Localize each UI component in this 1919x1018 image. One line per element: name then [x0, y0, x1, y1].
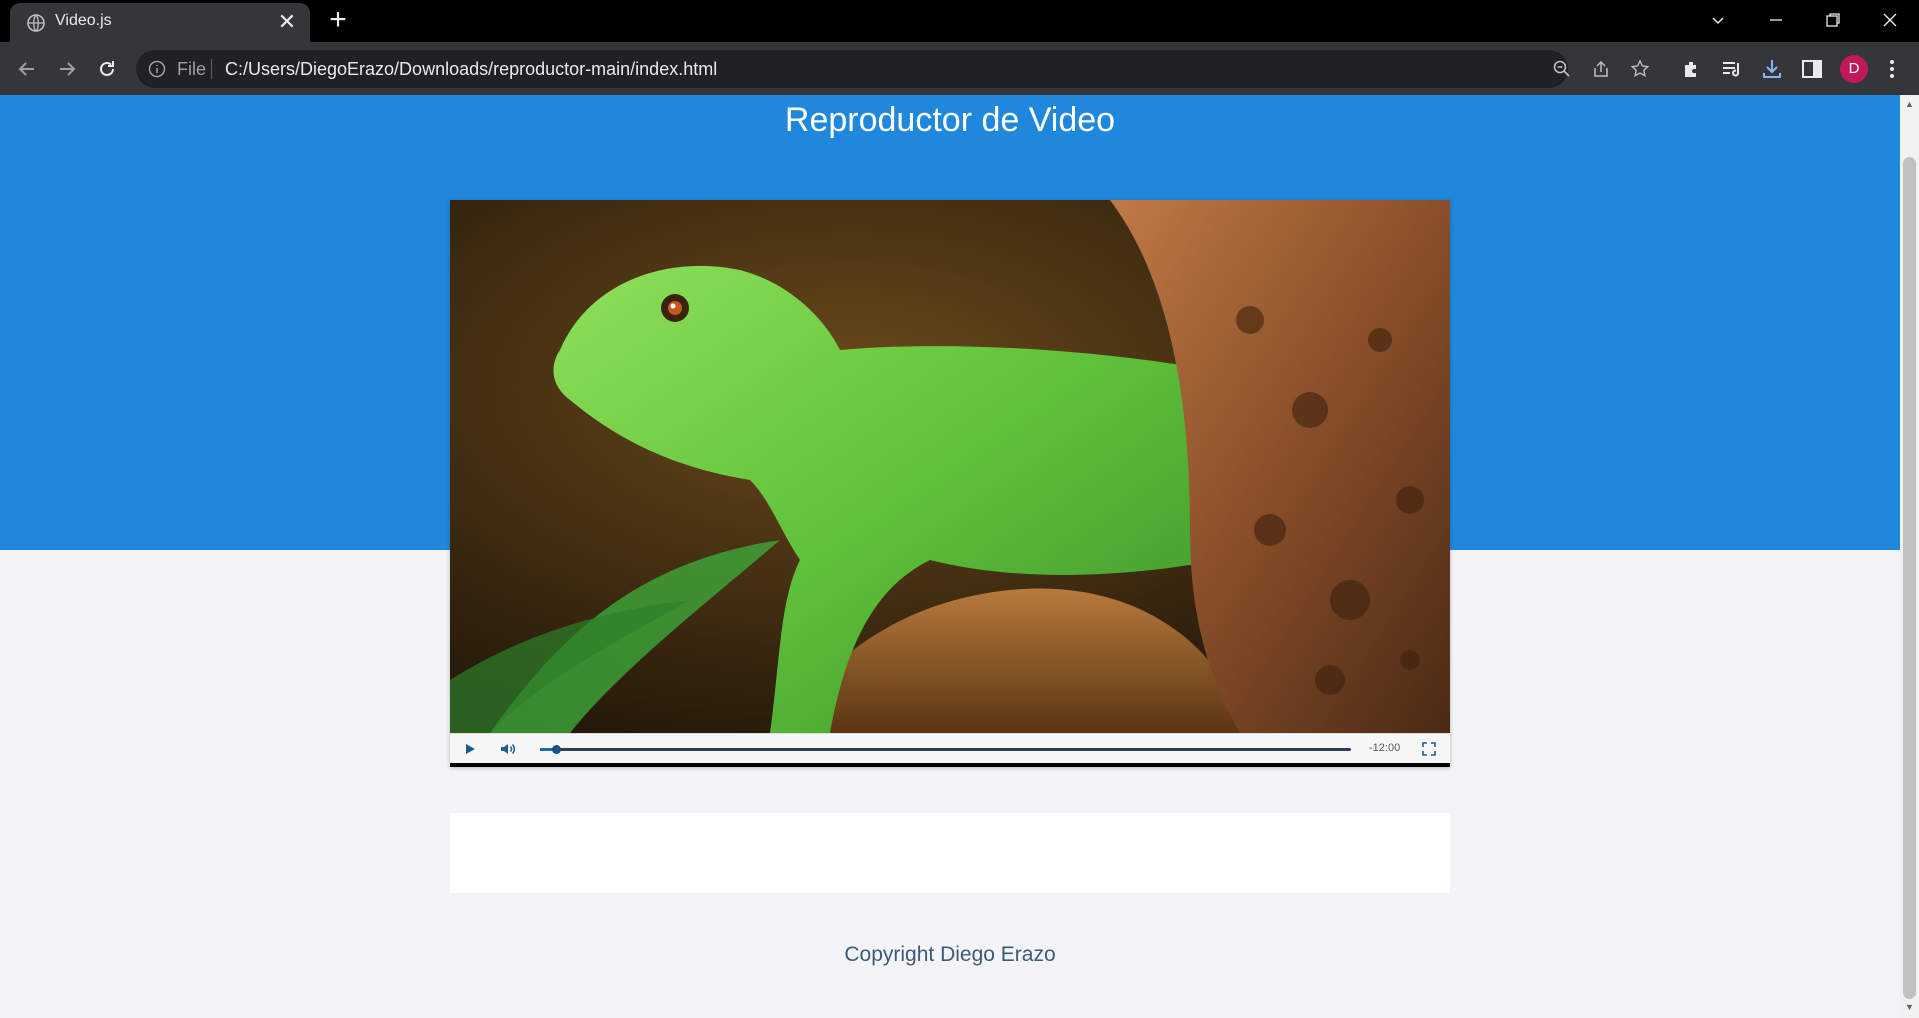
tab-search-dropdown-icon[interactable]	[1693, 0, 1743, 40]
info-icon[interactable]	[148, 60, 166, 78]
side-panel-icon[interactable]	[1800, 57, 1824, 81]
forward-icon	[60, 62, 76, 76]
volume-icon[interactable]	[498, 739, 518, 759]
back-button[interactable]	[12, 54, 42, 84]
url-text[interactable]: C:/Users/DiegoErazo/Downloads/reproducto…	[225, 59, 717, 80]
extensions-icon[interactable]	[1680, 57, 1704, 81]
seek-bar[interactable]	[540, 745, 1351, 754]
reload-icon	[100, 61, 114, 76]
footer-copyright: Copyright Diego Erazo	[844, 943, 1056, 966]
scroll-down-arrow-icon[interactable]: ▼	[1905, 1003, 1914, 1012]
player-control-bar: -12:00	[450, 733, 1450, 763]
scroll-up-arrow-icon[interactable]: ▲	[1905, 100, 1914, 109]
tab-close-icon[interactable]: ✕	[274, 9, 300, 35]
content-panel	[450, 813, 1450, 893]
browser-tab-strip: Video.js ✕ +	[0, 0, 1919, 42]
page-scrollbar[interactable]: ▲ ▼	[1900, 95, 1919, 1018]
close-window-button[interactable]	[1865, 0, 1915, 40]
browser-toolbar: File C:/Users/DiegoErazo/Downloads/repro…	[0, 42, 1919, 95]
browser-tab[interactable]: Video.js ✕	[10, 3, 310, 42]
scrollbar-thumb[interactable]	[1903, 157, 1916, 999]
page-content: Reproductor de Video -12:00 Copyright Di…	[0, 95, 1900, 1018]
new-tab-button[interactable]: +	[323, 5, 353, 36]
bookmark-star-icon[interactable]	[1630, 59, 1650, 79]
remaining-time: -12:00	[1369, 742, 1401, 754]
zoom-icon[interactable]	[1552, 59, 1572, 79]
tab-title: Video.js	[55, 12, 112, 29]
forward-button[interactable]	[52, 54, 82, 84]
seek-handle[interactable]	[552, 745, 561, 754]
address-bar[interactable]: File C:/Users/DiegoErazo/Downloads/repro…	[136, 50, 1650, 88]
media-queue-icon[interactable]	[1720, 57, 1744, 81]
download-icon[interactable]	[1760, 57, 1784, 81]
page-title: Reproductor de Video	[784, 101, 1116, 139]
play-icon[interactable]	[460, 739, 480, 759]
share-icon[interactable]	[1591, 59, 1611, 79]
menu-icon[interactable]	[1882, 56, 1902, 82]
minimize-button[interactable]	[1751, 0, 1801, 40]
scheme-label: File	[177, 59, 207, 79]
fullscreen-icon[interactable]	[1419, 739, 1439, 759]
profile-avatar[interactable]: D	[1840, 55, 1868, 83]
omnibox-divider	[211, 59, 212, 79]
video-poster-image[interactable]	[450, 200, 1450, 733]
video-player[interactable]: -12:00	[450, 200, 1450, 767]
globe-icon	[27, 14, 45, 32]
back-icon	[18, 62, 34, 76]
reload-button[interactable]	[92, 54, 122, 84]
restore-button[interactable]	[1808, 0, 1858, 40]
